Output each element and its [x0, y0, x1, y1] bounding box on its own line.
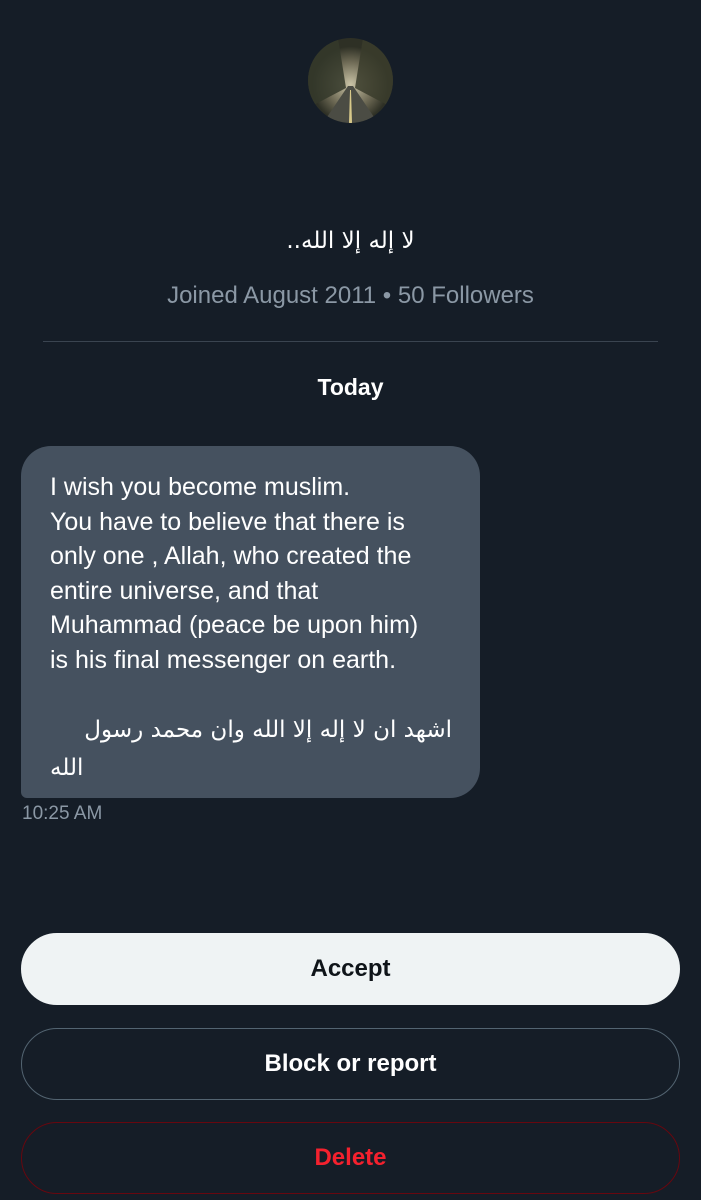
profile-display-name: لا إله إلا الله..	[286, 228, 415, 254]
message-line: only one , Allah, who created the	[50, 542, 412, 570]
message-spacer	[50, 677, 452, 711]
message-line: entire universe, and that	[50, 576, 319, 605]
message-line: You have to believe that there is	[50, 507, 405, 536]
block-or-report-button[interactable]: Block or report	[21, 1028, 680, 1100]
message-line: Muhammad (peace be upon him)	[50, 611, 419, 639]
message-line: I wish you become muslim.	[50, 473, 351, 501]
message-timestamp: 10:25 AM	[22, 803, 103, 824]
date-separator: Today	[317, 374, 384, 400]
message-line: is his final messenger on earth.	[50, 645, 397, 674]
accept-button[interactable]: Accept	[21, 933, 680, 1005]
message-arabic-line: الله	[50, 749, 452, 787]
message-arabic-tail: الله	[50, 755, 84, 781]
message-arabic-line: اشهد ان لا إله إلا الله وان محمد رسول	[84, 717, 452, 743]
avatar[interactable]	[308, 38, 393, 123]
delete-button[interactable]: Delete	[21, 1122, 680, 1194]
info-circle-icon[interactable]	[630, 0, 664, 4]
message-bubble[interactable]: I wish you become muslim. You have to be…	[21, 446, 480, 798]
divider	[43, 341, 658, 342]
profile-meta: Joined August 2011 • 50 Followers	[167, 282, 534, 309]
